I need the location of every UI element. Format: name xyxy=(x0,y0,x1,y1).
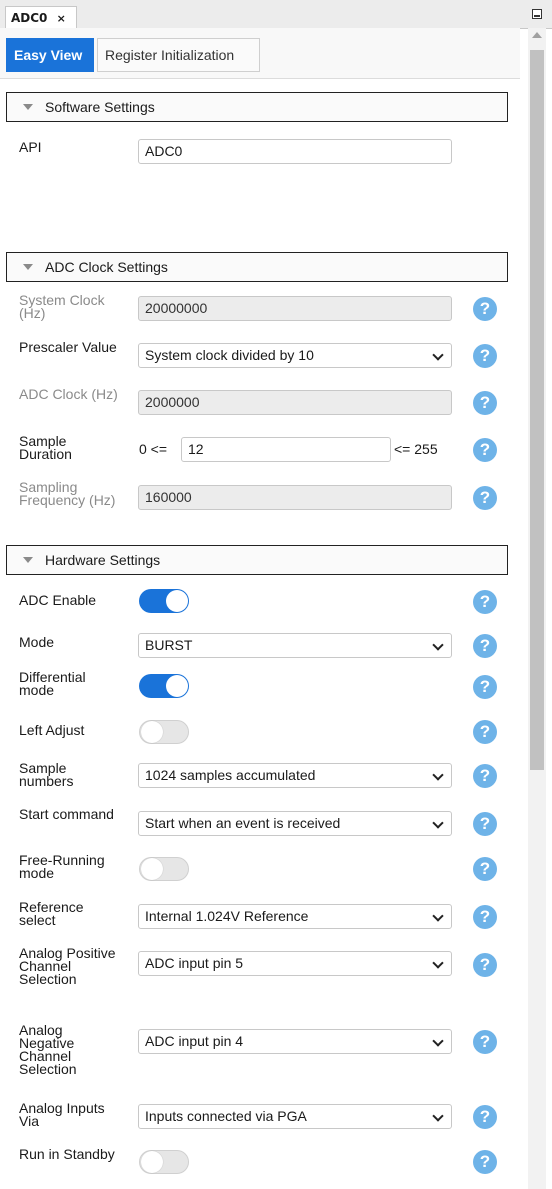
help-icon[interactable]: ? xyxy=(473,1030,497,1054)
analog-inputs-via-select-value: Inputs connected via PGA xyxy=(145,1108,307,1124)
help-icon[interactable]: ? xyxy=(473,905,497,929)
scroll-up-arrow-icon[interactable] xyxy=(532,32,542,38)
analog-inputs-via-label: Analog Inputs Via xyxy=(19,1100,105,1129)
differential-mode-toggle[interactable] xyxy=(139,674,189,698)
help-icon[interactable]: ? xyxy=(473,634,497,658)
sample-duration-input[interactable]: 12 xyxy=(181,437,391,462)
tab-easy-view[interactable]: Easy View xyxy=(6,38,94,72)
free-running-toggle[interactable] xyxy=(139,857,189,881)
api-input[interactable]: ADC0 xyxy=(138,139,452,164)
differential-mode-label: Differential mode xyxy=(19,669,86,698)
adc-enable-label: ADC Enable xyxy=(19,592,97,608)
help-icon[interactable]: ? xyxy=(473,857,497,881)
prescaler-select[interactable]: System clock divided by 10 xyxy=(138,343,452,368)
start-command-select[interactable]: Start when an event is received xyxy=(138,811,452,836)
minimize-icon[interactable] xyxy=(532,9,542,19)
toggle-knob xyxy=(141,721,163,743)
tab-register-initialization[interactable]: Register Initialization xyxy=(97,38,260,72)
help-icon[interactable]: ? xyxy=(473,590,497,614)
scroll-thumb[interactable] xyxy=(530,50,544,770)
system-clock-field: 20000000 xyxy=(138,296,452,321)
section-hardware-settings[interactable]: Hardware Settings xyxy=(6,545,508,575)
mode-select[interactable]: BURST xyxy=(138,633,452,658)
adc-enable-toggle[interactable] xyxy=(139,589,189,613)
adc-clock-label: ADC Clock (Hz) xyxy=(19,386,118,402)
analog-inputs-via-select[interactable]: Inputs connected via PGA xyxy=(138,1104,452,1129)
positive-channel-label: Analog Positive Channel Selection xyxy=(19,945,116,987)
sampling-frequency-field: 160000 xyxy=(138,485,452,510)
help-icon[interactable]: ? xyxy=(473,764,497,788)
help-icon[interactable]: ? xyxy=(473,344,497,368)
close-icon[interactable]: × xyxy=(57,12,66,25)
help-icon[interactable]: ? xyxy=(473,812,497,836)
section-title: ADC Clock Settings xyxy=(45,259,168,275)
negative-channel-select[interactable]: ADC input pin 4 xyxy=(138,1029,452,1054)
prescaler-select-value: System clock divided by 10 xyxy=(145,347,314,363)
chevron-down-icon xyxy=(432,349,444,361)
section-title: Software Settings xyxy=(45,99,155,115)
left-adjust-label: Left Adjust xyxy=(19,722,85,738)
chevron-down-icon xyxy=(432,1035,444,1047)
help-icon[interactable]: ? xyxy=(473,953,497,977)
positive-channel-select[interactable]: ADC input pin 5 xyxy=(138,951,452,976)
section-adc-clock-settings[interactable]: ADC Clock Settings xyxy=(6,252,508,282)
mode-label: Mode xyxy=(19,634,55,650)
chevron-down-icon xyxy=(432,769,444,781)
start-command-select-value: Start when an event is received xyxy=(145,815,341,831)
document-tab[interactable]: ADC0 × xyxy=(5,6,77,28)
sample-numbers-label: Sample numbers xyxy=(19,760,74,789)
collapse-triangle-icon xyxy=(23,264,33,270)
help-icon[interactable]: ? xyxy=(473,438,497,462)
help-icon[interactable]: ? xyxy=(473,1150,497,1174)
section-software-settings[interactable]: Software Settings xyxy=(6,92,508,122)
chevron-down-icon xyxy=(432,910,444,922)
reference-select-label: Reference select xyxy=(19,899,84,928)
system-clock-label: System Clock (Hz) xyxy=(19,292,105,321)
chevron-down-icon xyxy=(432,817,444,829)
sample-numbers-select[interactable]: 1024 samples accumulated xyxy=(138,763,452,788)
adc-clock-field: 2000000 xyxy=(138,390,452,415)
view-tabs: Easy View Register Initialization xyxy=(0,28,520,79)
run-in-standby-toggle[interactable] xyxy=(139,1150,189,1174)
toggle-knob xyxy=(166,675,188,697)
negative-channel-label: Analog Negative Channel Selection xyxy=(19,1022,77,1077)
chevron-down-icon xyxy=(432,1110,444,1122)
collapse-triangle-icon xyxy=(23,557,33,563)
api-label: API xyxy=(19,139,42,155)
help-icon[interactable]: ? xyxy=(473,675,497,699)
left-adjust-toggle[interactable] xyxy=(139,720,189,744)
positive-channel-select-value: ADC input pin 5 xyxy=(145,955,244,971)
sample-duration-label: Sample Duration xyxy=(19,433,72,462)
negative-channel-select-value: ADC input pin 4 xyxy=(145,1033,244,1049)
mode-select-value: BURST xyxy=(145,637,193,653)
start-command-label: Start command xyxy=(19,806,114,822)
toggle-knob xyxy=(141,858,163,880)
vertical-scrollbar[interactable] xyxy=(528,28,546,1189)
toggle-knob xyxy=(141,1151,163,1173)
help-icon[interactable]: ? xyxy=(473,486,497,510)
section-title: Hardware Settings xyxy=(45,552,161,568)
document-tab-title: ADC0 xyxy=(11,11,48,25)
help-icon[interactable]: ? xyxy=(473,720,497,744)
free-running-label: Free-Running mode xyxy=(19,852,105,881)
sample-duration-min: 0 <= xyxy=(139,441,168,457)
reference-select-value: Internal 1.024V Reference xyxy=(145,908,309,924)
chevron-down-icon xyxy=(432,957,444,969)
sampling-frequency-label: Sampling Frequency (Hz) xyxy=(19,479,116,508)
sample-numbers-select-value: 1024 samples accumulated xyxy=(145,767,316,783)
editor-tab-bar: ADC0 × xyxy=(0,0,552,29)
toggle-knob xyxy=(166,590,188,612)
sample-duration-max: <= 255 xyxy=(394,441,438,457)
chevron-down-icon xyxy=(432,639,444,651)
reference-select[interactable]: Internal 1.024V Reference xyxy=(138,904,452,929)
collapse-triangle-icon xyxy=(23,104,33,110)
help-icon[interactable]: ? xyxy=(473,391,497,415)
help-icon[interactable]: ? xyxy=(473,297,497,321)
prescaler-label: Prescaler Value xyxy=(19,339,117,355)
help-icon[interactable]: ? xyxy=(473,1105,497,1129)
run-in-standby-label: Run in Standby xyxy=(19,1146,115,1162)
